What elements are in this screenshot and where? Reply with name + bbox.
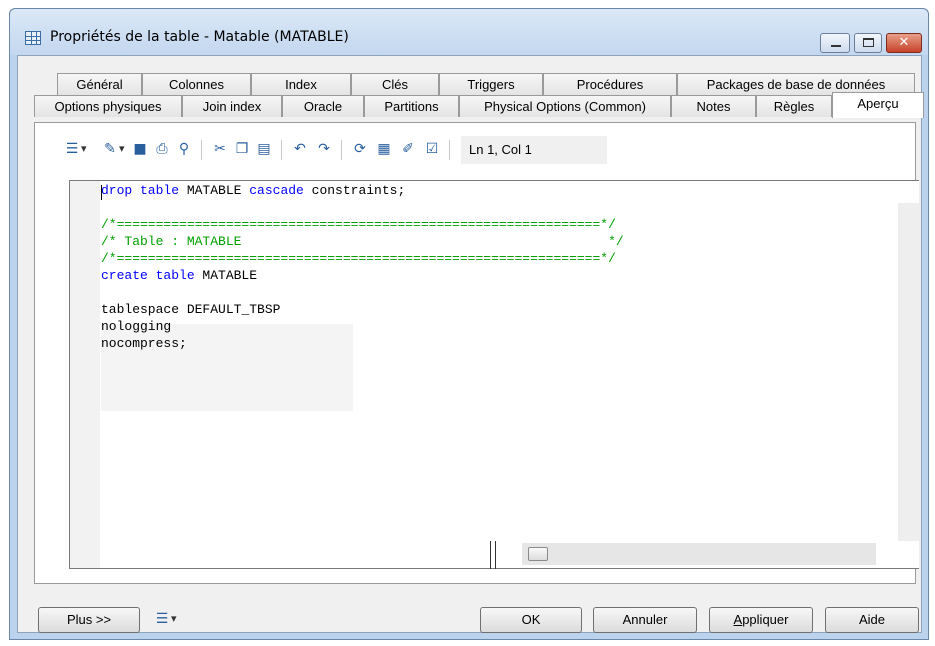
plus-button[interactable]: Plus >> bbox=[38, 607, 140, 633]
tab-options-physiques[interactable]: Options physiques bbox=[34, 95, 182, 117]
tab-apercu[interactable]: Aperçu bbox=[832, 92, 924, 118]
tab-triggers[interactable]: Triggers bbox=[439, 73, 543, 95]
maximize-icon bbox=[863, 38, 874, 47]
sql-code[interactable]: drop table MATABLE cascade constraints; … bbox=[101, 182, 624, 352]
window-title: Propriétés de la table - Matable (MATABL… bbox=[50, 29, 349, 45]
keyword: cascade bbox=[249, 183, 304, 198]
sql-preview-editor[interactable]: drop table MATABLE cascade constraints; … bbox=[69, 180, 920, 569]
tab-colonnes[interactable]: Colonnes bbox=[142, 73, 251, 95]
cancel-button[interactable]: Annuler bbox=[593, 607, 697, 633]
undo-icon[interactable]: ↶ bbox=[291, 140, 309, 158]
comment-line: /*======================================… bbox=[101, 217, 616, 232]
tab-general[interactable]: Général bbox=[57, 73, 142, 95]
check-icon[interactable]: ☑ bbox=[423, 140, 441, 158]
dialog-client: Général Colonnes Index Clés Triggers Pro… bbox=[17, 55, 924, 633]
ok-button[interactable]: OK bbox=[480, 607, 582, 633]
cut-icon[interactable]: ✂ bbox=[211, 140, 229, 158]
keyword: create table bbox=[101, 268, 195, 283]
horizontal-scrollbar[interactable] bbox=[522, 543, 876, 565]
paste-icon[interactable]: ▤ bbox=[255, 140, 273, 158]
tab-physical-options-common[interactable]: Physical Options (Common) bbox=[459, 95, 671, 117]
properties-window: Propriétés de la table - Matable (MATABL… bbox=[9, 8, 929, 640]
tab-index[interactable]: Index bbox=[251, 73, 351, 95]
find-icon[interactable]: ⚲ bbox=[175, 140, 193, 158]
apply-label: ppliquer bbox=[742, 612, 789, 627]
toolbar-separator bbox=[449, 140, 450, 160]
copy-icon[interactable]: ❐ bbox=[233, 140, 251, 158]
preview-panel: ☰ ✎ ■ ⎙ ⚲ ✂ ❐ ▤ ↶ ↷ ⟳ ▦ ✐ ☑ Ln 1, Col 1 bbox=[34, 122, 920, 584]
close-button[interactable]: ✕ bbox=[886, 33, 922, 53]
cursor-position: Ln 1, Col 1 bbox=[461, 136, 607, 164]
vertical-scrollbar[interactable] bbox=[898, 203, 920, 541]
keyword: drop table bbox=[101, 183, 180, 198]
minimize-button[interactable] bbox=[820, 33, 850, 53]
text-caret bbox=[101, 185, 102, 200]
refresh-icon[interactable]: ⟳ bbox=[351, 140, 369, 158]
tab-notes[interactable]: Notes bbox=[671, 95, 756, 117]
help-button[interactable]: Aide bbox=[825, 607, 919, 633]
save-icon[interactable]: ■ bbox=[131, 140, 149, 158]
script-icon[interactable]: ☰ bbox=[63, 140, 87, 158]
table-icon bbox=[25, 31, 41, 45]
minimize-icon bbox=[831, 45, 841, 47]
maximize-button[interactable] bbox=[854, 33, 882, 53]
apply-mnemonic: A bbox=[733, 612, 743, 627]
print-icon[interactable]: ⎙ bbox=[153, 140, 171, 158]
script-menu-icon[interactable]: ☰ bbox=[153, 610, 177, 628]
toolbar-separator bbox=[341, 140, 342, 160]
table-name: MATABLE bbox=[194, 268, 258, 283]
toolbar-separator bbox=[281, 140, 282, 160]
tab-cles[interactable]: Clés bbox=[351, 73, 439, 95]
apply-button[interactable]: Appliquer bbox=[709, 607, 813, 633]
split-handle[interactable] bbox=[490, 541, 496, 569]
edit-icon[interactable]: ✎ bbox=[101, 140, 124, 158]
tab-regles[interactable]: Règles bbox=[756, 95, 832, 117]
edit-props-icon[interactable]: ✐ bbox=[399, 140, 417, 158]
table-name: MATABLE bbox=[179, 183, 250, 198]
code-text: nocompress; bbox=[101, 336, 187, 351]
code-text: constraints; bbox=[303, 183, 406, 198]
tab-join-index[interactable]: Join index bbox=[182, 95, 282, 117]
scroll-thumb[interactable] bbox=[528, 547, 548, 561]
dialog-button-bar: Plus >> ☰ OK Annuler Appliquer Aide bbox=[18, 596, 921, 633]
list-icon[interactable]: ▦ bbox=[375, 140, 393, 158]
code-text: nologging bbox=[101, 319, 172, 334]
editor-gutter bbox=[70, 181, 100, 568]
comment-line: /* Table : MATABLE */ bbox=[101, 234, 624, 249]
close-icon: ✕ bbox=[898, 35, 910, 50]
tab-partitions[interactable]: Partitions bbox=[364, 95, 459, 117]
toolbar-separator bbox=[201, 140, 202, 160]
tab-oracle[interactable]: Oracle bbox=[282, 95, 364, 117]
title-bar[interactable]: Propriétés de la table - Matable (MATABL… bbox=[10, 9, 928, 55]
tab-procedures[interactable]: Procédures bbox=[543, 73, 677, 95]
code-text: tablespace DEFAULT_TBSP bbox=[101, 302, 281, 317]
redo-icon[interactable]: ↷ bbox=[315, 140, 333, 158]
comment-line: /*======================================… bbox=[101, 251, 616, 266]
